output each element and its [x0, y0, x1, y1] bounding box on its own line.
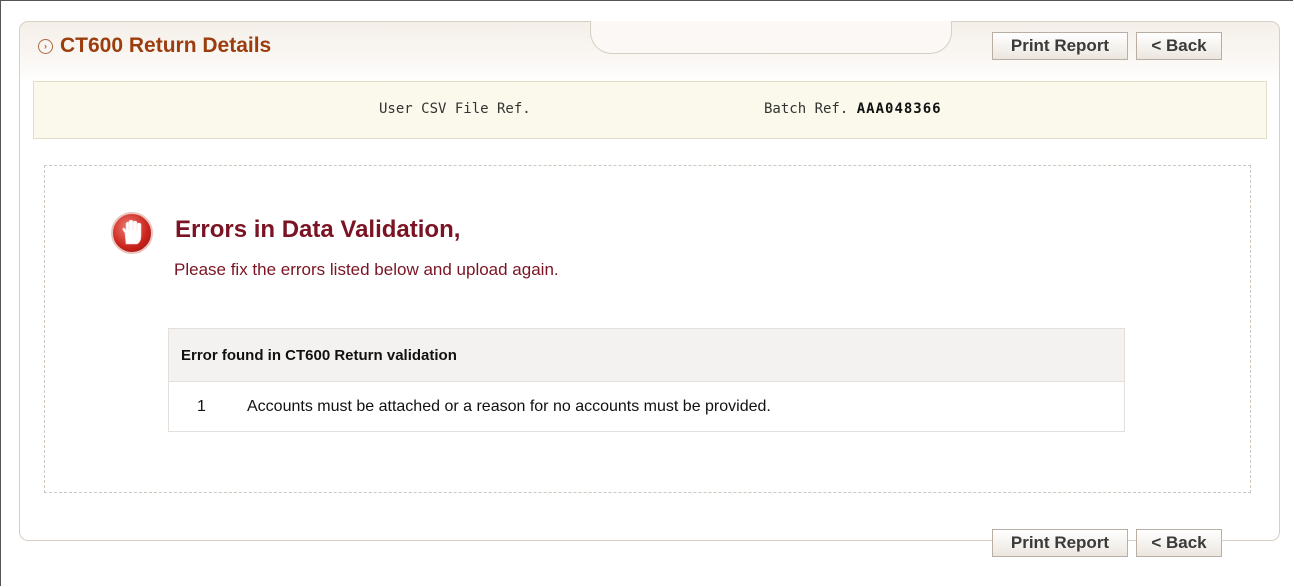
table-row: 1 Accounts must be attached or a reason …	[169, 382, 1124, 432]
batch-ref-label: Batch Ref.	[764, 101, 849, 117]
page-title: › CT600 Return Details	[38, 34, 271, 58]
panel-header-curve	[590, 21, 952, 54]
batch-ref-value: AAA048366	[856, 101, 942, 117]
print-report-button-bottom[interactable]: Print Report	[992, 529, 1128, 557]
error-row-number: 1	[197, 398, 206, 415]
error-table-header: Error found in CT600 Return validation	[169, 329, 1124, 382]
reference-bar: User CSV File Ref. Batch Ref. AAA048366	[33, 81, 1267, 139]
stop-hand-icon	[111, 212, 153, 254]
error-table: Error found in CT600 Return validation 1…	[168, 328, 1125, 432]
error-title: Errors in Data Validation,	[175, 216, 461, 243]
back-button-bottom[interactable]: < Back	[1136, 529, 1222, 557]
print-report-button-top[interactable]: Print Report	[992, 32, 1128, 60]
error-subtitle: Please fix the errors listed below and u…	[174, 260, 559, 279]
page-title-text: CT600 Return Details	[60, 34, 272, 57]
back-button-top[interactable]: < Back	[1136, 32, 1222, 60]
error-row-message: Accounts must be attached or a reason fo…	[247, 398, 771, 415]
user-csv-ref-label: User CSV File Ref.	[379, 101, 531, 117]
arrow-circle-icon: ›	[38, 38, 53, 54]
batch-ref: Batch Ref. AAA048366	[764, 101, 942, 117]
